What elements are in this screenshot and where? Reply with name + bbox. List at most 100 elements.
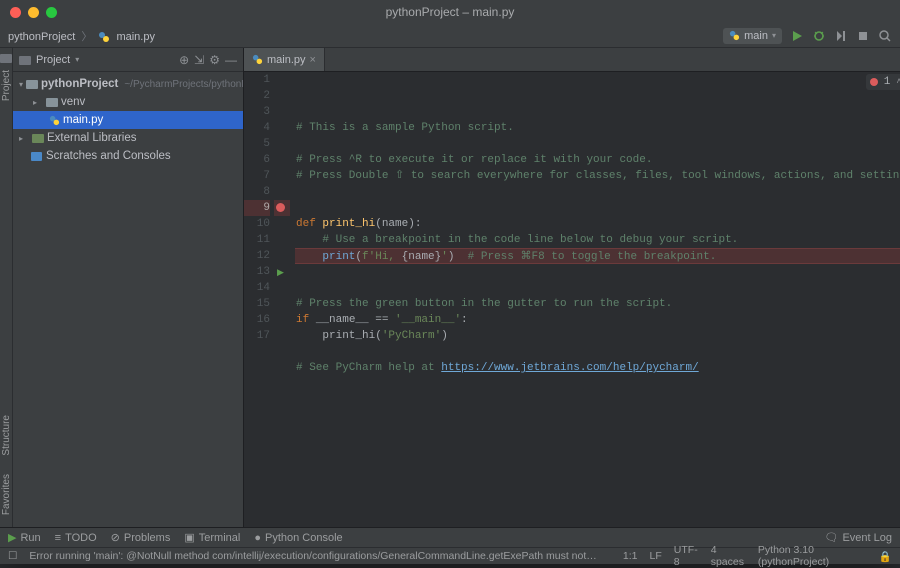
line-number[interactable]: 1 [244, 72, 270, 88]
project-tree[interactable]: ▾ pythonProject ~/PycharmProjects/python… [13, 72, 243, 168]
code-line[interactable] [296, 280, 900, 296]
gutter-mark[interactable] [274, 184, 290, 200]
code-line[interactable]: # This is a sample Python script. [296, 120, 900, 136]
line-number[interactable]: 4 [244, 120, 270, 136]
chevron-down-icon[interactable]: ▾ [75, 55, 79, 64]
python-console-tool-tab[interactable]: ●Python Console [254, 532, 342, 544]
close-window-button[interactable] [10, 7, 21, 18]
gutter-mark[interactable] [274, 232, 290, 248]
close-tab-icon[interactable]: × [310, 54, 316, 66]
line-number[interactable]: 13 [244, 264, 270, 280]
line-number[interactable]: 8 [244, 184, 270, 200]
editor-body[interactable]: 1234567891011121314151617 ▶ 1 ˄˅ # This … [244, 72, 900, 527]
line-number[interactable]: 6 [244, 152, 270, 168]
code-line[interactable] [296, 376, 900, 392]
code-line[interactable]: # Press ^R to execute it or replace it w… [296, 152, 900, 168]
favorites-tool-tab[interactable]: Favorites [1, 468, 12, 521]
status-message[interactable]: Error running 'main': @NotNull method co… [29, 550, 598, 562]
code-line[interactable]: def print_hi(name): [296, 216, 900, 232]
line-numbers-gutter[interactable]: 1234567891011121314151617 [244, 72, 274, 527]
gutter-mark[interactable] [274, 296, 290, 312]
line-number[interactable]: 10 [244, 216, 270, 232]
tree-mainpy[interactable]: main.py [13, 111, 243, 129]
line-number[interactable]: 11 [244, 232, 270, 248]
inspection-indicator[interactable]: 1 ˄˅ [866, 74, 900, 90]
line-number[interactable]: 15 [244, 296, 270, 312]
marks-gutter[interactable]: ▶ [274, 72, 290, 527]
editor-tab-mainpy[interactable]: main.py × [244, 48, 325, 71]
chevron-right-icon[interactable]: ▸ [33, 98, 43, 107]
breadcrumb-project[interactable]: pythonProject [8, 31, 75, 43]
line-separator[interactable]: LF [650, 550, 662, 562]
prev-error-icon[interactable]: ˄ [896, 74, 900, 90]
status-message-icon[interactable]: ☐ [8, 550, 17, 562]
gutter-mark[interactable] [274, 120, 290, 136]
gear-icon[interactable]: ⚙ [209, 53, 220, 67]
project-panel-title[interactable]: Project [36, 54, 70, 66]
gutter-mark[interactable] [274, 312, 290, 328]
code-area[interactable]: 1 ˄˅ # This is a sample Python script. #… [290, 72, 900, 527]
code-line[interactable] [296, 136, 900, 152]
search-icon[interactable] [878, 29, 892, 43]
code-line[interactable]: # See PyCharm help at https://www.jetbra… [296, 360, 900, 376]
breadcrumb-file[interactable]: main.py [116, 31, 155, 43]
interpreter[interactable]: Python 3.10 (pythonProject) [758, 544, 867, 568]
locate-icon[interactable]: ⊕ [179, 53, 189, 67]
chevron-down-icon[interactable]: ▾ [19, 80, 23, 89]
chevron-right-icon[interactable]: ▸ [19, 134, 29, 143]
project-icon[interactable] [0, 52, 12, 64]
line-number[interactable]: 17 [244, 328, 270, 344]
gutter-mark[interactable] [274, 168, 290, 184]
tree-venv[interactable]: ▸ venv [13, 93, 243, 111]
breakpoint-icon[interactable] [276, 203, 285, 212]
gutter-mark[interactable] [274, 88, 290, 104]
code-line[interactable]: # Press Double ⇧ to search everywhere fo… [296, 168, 900, 184]
code-line[interactable]: print_hi('PyCharm') [296, 328, 900, 344]
tree-scratches[interactable]: Scratches and Consoles [13, 147, 243, 165]
line-number[interactable]: 16 [244, 312, 270, 328]
run-gutter-icon[interactable]: ▶ [277, 265, 284, 281]
code-line[interactable]: # Press the green button in the gutter t… [296, 296, 900, 312]
line-number[interactable]: 12 [244, 248, 270, 264]
line-number[interactable]: 14 [244, 280, 270, 296]
gutter-mark[interactable]: ▶ [274, 264, 290, 280]
maximize-window-button[interactable] [46, 7, 57, 18]
gutter-mark[interactable] [274, 248, 290, 264]
code-line[interactable]: print(f'Hi, {name}') # Press ⌘F8 to togg… [295, 248, 900, 264]
tree-root[interactable]: ▾ pythonProject ~/PycharmProjects/python… [13, 75, 243, 93]
stop-icon[interactable] [856, 29, 870, 43]
terminal-tool-tab[interactable]: ▣Terminal [184, 531, 240, 544]
project-tool-tab[interactable]: Project [1, 64, 12, 107]
code-line[interactable] [296, 264, 900, 280]
line-number[interactable]: 9 [244, 200, 270, 216]
breadcrumb[interactable]: pythonProject 〉 main.py [8, 28, 155, 44]
gutter-mark[interactable] [274, 72, 290, 88]
gutter-mark[interactable] [274, 136, 290, 152]
line-number[interactable]: 2 [244, 88, 270, 104]
problems-tool-tab[interactable]: ⊘Problems [111, 531, 171, 544]
line-number[interactable]: 3 [244, 104, 270, 120]
run-anything-icon[interactable] [834, 29, 848, 43]
code-line[interactable]: # Use a breakpoint in the code line belo… [296, 232, 900, 248]
structure-tool-tab[interactable]: Structure [1, 409, 12, 462]
gutter-mark[interactable] [274, 280, 290, 296]
run-icon[interactable] [790, 29, 804, 43]
gutter-mark[interactable] [274, 200, 290, 216]
debug-icon[interactable] [812, 29, 826, 43]
hide-panel-icon[interactable]: — [225, 53, 237, 67]
gutter-mark[interactable] [274, 216, 290, 232]
code-line[interactable] [296, 184, 900, 200]
code-line[interactable]: if __name__ == '__main__': [296, 312, 900, 328]
todo-tool-tab[interactable]: ≡TODO [55, 532, 97, 544]
caret-position[interactable]: 1:1 [623, 550, 638, 562]
line-number[interactable]: 5 [244, 136, 270, 152]
gutter-mark[interactable] [274, 104, 290, 120]
gutter-mark[interactable] [274, 152, 290, 168]
code-line[interactable] [296, 200, 900, 216]
run-config-selector[interactable]: main ▾ [723, 28, 782, 44]
lock-icon[interactable]: 🔒 [879, 550, 892, 563]
event-log-tool-tab[interactable]: 🗨Event Log [824, 531, 892, 544]
expand-all-icon[interactable]: ⇲ [194, 53, 204, 67]
tree-external[interactable]: ▸ External Libraries [13, 129, 243, 147]
minimize-window-button[interactable] [28, 7, 39, 18]
